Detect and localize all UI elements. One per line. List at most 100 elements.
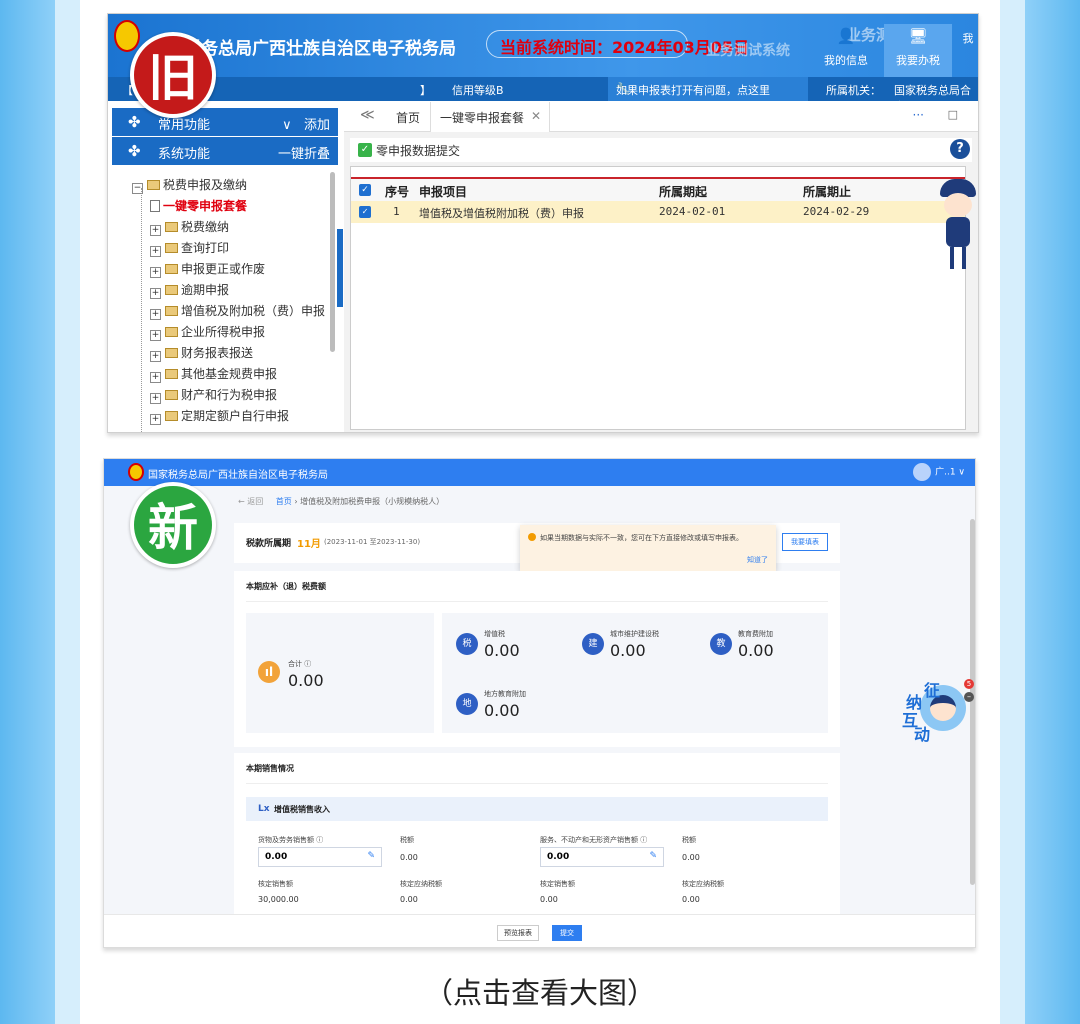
book-icon: 地 xyxy=(456,693,478,715)
tax-label: 增值税 xyxy=(484,630,505,638)
edit-icon[interactable]: ✎ xyxy=(367,851,375,861)
table-row[interactable]: ✓ 1 增值税及增值税附加税（费）申报 2024-02-01 2024-02-2… xyxy=(351,201,965,223)
plus-icon[interactable]: + xyxy=(150,309,161,320)
tree-item[interactable]: + 其他基金规费申报 xyxy=(150,365,277,383)
tree-item[interactable]: + 查询打印 xyxy=(150,239,229,257)
plus-icon[interactable]: + xyxy=(150,393,161,404)
nav-my-info[interactable]: 👤 我的信息 xyxy=(812,24,880,77)
old-site-title: 税务总局广西壮族自治区电子税务局 xyxy=(184,39,456,59)
submit-button[interactable]: 提交 xyxy=(552,925,582,941)
close-icon[interactable]: ✕ xyxy=(531,109,541,123)
preview-report-button[interactable]: 预览报表 xyxy=(497,925,539,941)
row-item: 增值税及增值税附加税（费）申报 xyxy=(419,207,584,220)
back-link[interactable]: ← 返回 xyxy=(238,497,263,506)
help-icon[interactable]: ? xyxy=(950,139,970,159)
zero-submit-button[interactable]: 零申报数据提交 xyxy=(376,142,460,159)
chevron-down-icon: ∨ xyxy=(282,118,292,133)
row-checkbox[interactable]: ✓ xyxy=(359,206,371,218)
tree-root[interactable]: − 税费申报及缴纳 xyxy=(132,176,247,194)
mascot-body xyxy=(946,217,970,247)
minus-icon[interactable]: − xyxy=(132,183,143,194)
maximize-icon[interactable]: □ xyxy=(948,108,958,121)
tree-label: 财产和行为税申报 xyxy=(181,388,278,402)
caption[interactable]: （点击查看大图） xyxy=(0,970,1080,1012)
help-link[interactable]: 🔧 如果申报表打开有问题，点这里 xyxy=(608,77,808,101)
old-info-bar: 【 】 信用等级B 🔧 如果申报表打开有问题，点这里 所属机关： 国家税务总局合… xyxy=(108,77,978,113)
tree-item[interactable]: + 定期定额户自行申报 xyxy=(150,407,289,425)
plus-icon[interactable]: + xyxy=(150,288,161,299)
plus-icon[interactable]: + xyxy=(150,414,161,425)
tab-bar: ≪ 首页 一键零申报套餐 ✕ ··· □ xyxy=(344,102,978,132)
plus-icon[interactable]: + xyxy=(150,246,161,257)
field-label: 税额 xyxy=(400,836,414,844)
frame-band-right xyxy=(1000,0,1025,1024)
tree-label: 查询打印 xyxy=(181,241,230,255)
common-functions[interactable]: ✤ 常用功能 ∨ 添加 xyxy=(112,108,338,136)
tree-item[interactable]: + 财产和行为税申报 xyxy=(150,386,277,404)
tree-label: 逾期申报 xyxy=(181,283,230,297)
tree-item-zero-declaration[interactable]: 一键零申报套餐 xyxy=(150,197,247,214)
field-value: 30,000.00 xyxy=(258,895,299,904)
plus-icon[interactable]: + xyxy=(150,225,161,236)
breadcrumb-home[interactable]: 首页 xyxy=(276,497,292,506)
got-it-button[interactable]: 知道了 xyxy=(747,555,768,565)
user-menu[interactable]: 广..1 ∨ xyxy=(913,463,965,481)
bracket-right: 】 xyxy=(420,84,431,97)
nav-label: 我 xyxy=(962,32,974,45)
tab-home[interactable]: 首页 xyxy=(396,109,420,126)
plus-icon[interactable]: + xyxy=(150,330,161,341)
tree-label: 一键零申报套餐 xyxy=(163,199,248,213)
col-start: 所属期起 xyxy=(659,185,708,199)
select-all-checkbox[interactable]: ✓ xyxy=(359,184,371,196)
tax-value: 0.00 xyxy=(738,641,774,660)
tab-collapse-icon[interactable]: ≪ xyxy=(360,107,375,123)
tree-label: 申报更正或作废 xyxy=(181,262,266,276)
goods-sales-input[interactable]: 0.00 ✎ xyxy=(258,847,382,867)
field-label: 核定销售额 xyxy=(540,880,575,888)
tax-emblem-icon xyxy=(128,463,144,481)
minimize-icon[interactable]: – xyxy=(964,692,974,702)
sidebar-collapse-handle[interactable] xyxy=(337,229,343,307)
tree-item[interactable]: + 申报更正或作废 xyxy=(150,260,265,278)
tree-item[interactable]: + 税费缴纳 xyxy=(150,218,229,236)
tax-urban: 建 城市维护建设税 0.00 xyxy=(582,627,702,667)
nav-more[interactable]: 我 xyxy=(956,24,978,77)
tax-value: 0.00 xyxy=(484,641,520,660)
toolbar: ✓ 零申报数据提交 ? xyxy=(350,138,972,162)
folder-icon xyxy=(165,264,178,274)
tree-label: 税费申报及缴纳 xyxy=(163,178,248,192)
edit-icon[interactable]: ✎ xyxy=(649,851,657,861)
services-sales-input[interactable]: 0.00 ✎ xyxy=(540,847,664,867)
plus-icon[interactable]: + xyxy=(150,351,161,362)
old-ui-screenshot: 税务总局广西壮族自治区电子税务局 当前系统时间：2024年03月05日 业务测试… xyxy=(107,13,979,433)
document-icon xyxy=(150,200,160,212)
mascot-icon[interactable] xyxy=(936,179,978,279)
plus-icon[interactable]: + xyxy=(150,372,161,383)
common-add[interactable]: ∨ 添加 xyxy=(282,114,330,133)
nav-watermark: 业务测试系统 xyxy=(706,43,790,59)
new-ui-screenshot: 国家税务总局广西壮族自治区电子税务局 广..1 ∨ ← 返回 首页 › 增值税及… xyxy=(103,458,976,948)
tree-item[interactable]: + 逾期申报 xyxy=(150,281,229,299)
tree-item[interactable]: + 财务报表报送 xyxy=(150,344,253,362)
notification-badge: 5 xyxy=(964,679,974,689)
field-label: 货物及劳务销售额 ⓘ xyxy=(258,836,324,844)
system-functions[interactable]: ✤ 系统功能 一键折叠 xyxy=(112,137,338,165)
tree-item[interactable]: + 企业所得税申报 xyxy=(150,323,265,341)
tree-item[interactable]: + 增值税及附加税（费）申报 xyxy=(150,302,325,320)
new-badge: 新 xyxy=(130,482,216,568)
field-label: 核定销售额 xyxy=(258,880,293,888)
collapse-all-button[interactable]: 一键折叠 xyxy=(278,143,330,162)
notice-text: 如果当期数据与实际不一致，您可在下方直接修改或填写申报表。 xyxy=(540,534,743,542)
footer-actions: 预览报表 提交 xyxy=(104,914,975,947)
sidebar-scrollbar[interactable] xyxy=(330,172,335,352)
interaction-mascot[interactable]: 征 纳 互 动 5 – xyxy=(900,677,974,744)
divider xyxy=(246,783,828,784)
more-tabs-icon[interactable]: ··· xyxy=(913,108,924,122)
nav-tax-handling[interactable]: 🖥 我要办税 xyxy=(884,24,952,77)
plus-icon[interactable]: + xyxy=(150,267,161,278)
field-value: 0.00 xyxy=(400,895,418,904)
fill-form-button[interactable]: 我要填表 xyxy=(782,533,828,551)
nav-label: 我的信息 xyxy=(824,54,868,67)
field-value: 0.00 xyxy=(400,853,418,862)
avatar xyxy=(913,463,932,481)
